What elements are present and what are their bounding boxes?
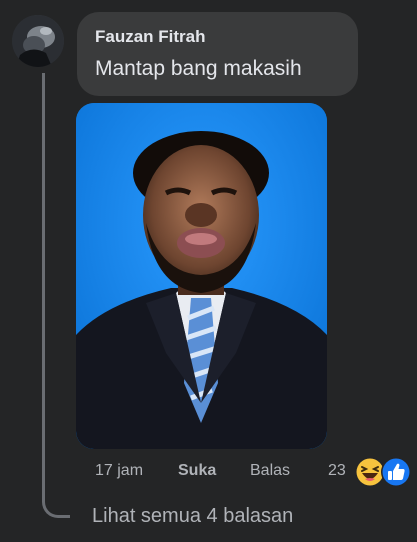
- reaction-summary[interactable]: [353, 455, 413, 489]
- comment-bubble: Fauzan Fitrah Mantap bang makasih: [77, 12, 358, 96]
- comment-thread: Fauzan Fitrah Mantap bang makasih 17 jam…: [0, 0, 417, 542]
- thread-connector-line: [42, 73, 70, 518]
- comment-author[interactable]: Fauzan Fitrah: [95, 27, 206, 47]
- comment-photo[interactable]: [76, 103, 327, 449]
- see-all-replies-link[interactable]: Lihat semua 4 balasan: [92, 505, 293, 528]
- comment-text: Mantap bang makasih: [95, 57, 302, 80]
- like-button[interactable]: Suka: [178, 462, 216, 480]
- like-icon: [381, 457, 411, 487]
- avatar[interactable]: [12, 15, 64, 67]
- avatar-image: [12, 15, 64, 67]
- comment-timestamp[interactable]: 17 jam: [95, 462, 143, 480]
- reply-button[interactable]: Balas: [250, 462, 290, 480]
- portrait-photo: [76, 103, 327, 449]
- haha-icon: [355, 457, 385, 487]
- reaction-count[interactable]: 23: [328, 462, 346, 480]
